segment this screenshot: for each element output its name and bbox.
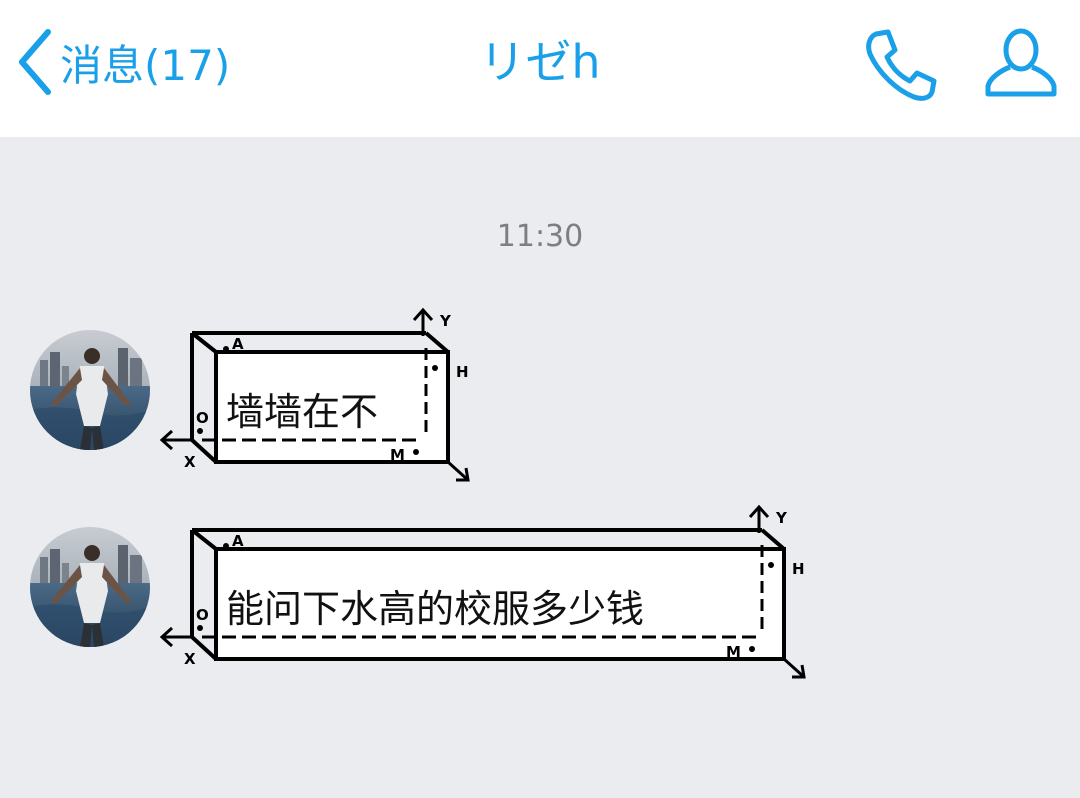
box-label-m: M — [390, 446, 405, 464]
conversation-title: リゼh — [479, 35, 601, 89]
message-text: 能问下水高的校服多少钱 — [226, 587, 645, 631]
box-label-m: M — [726, 643, 741, 661]
box-label-h: H — [456, 363, 469, 381]
box-label-o: O — [196, 409, 209, 427]
box-label-h: H — [792, 560, 805, 578]
box-label-x: X — [184, 650, 196, 668]
contact-avatar[interactable] — [30, 527, 150, 647]
message-timestamp: 11:30 — [496, 219, 584, 254]
back-label: 消息(17) — [60, 40, 231, 90]
box-label-a: A — [232, 335, 244, 353]
box-label-y: Y — [776, 509, 787, 527]
box-label-y: Y — [440, 312, 451, 330]
contact-avatar[interactable] — [30, 330, 150, 450]
box-label-a: A — [232, 532, 244, 550]
back-button[interactable]: 消息(17) — [14, 26, 230, 98]
person-icon — [985, 28, 1057, 97]
chat-area[interactable]: 11:30 A Y H O X M 墙墙在不 A Y H O X M 能问下水高… — [0, 137, 1080, 798]
chevron-left-icon — [19, 29, 51, 95]
phone-icon — [866, 29, 937, 101]
message-bubble[interactable]: A Y H O X M 墙墙在不 — [158, 307, 478, 488]
box-label-o: O — [196, 606, 209, 624]
message-text: 墙墙在不 — [226, 390, 379, 434]
box-label-x: X — [184, 453, 196, 471]
navigation-bar: 消息(17) リゼh — [0, 0, 1080, 137]
phone-call-button[interactable] — [862, 26, 938, 102]
message-bubble[interactable]: A Y H O X M 能问下水高的校服多少钱 — [158, 504, 814, 685]
profile-button[interactable] — [984, 26, 1058, 102]
